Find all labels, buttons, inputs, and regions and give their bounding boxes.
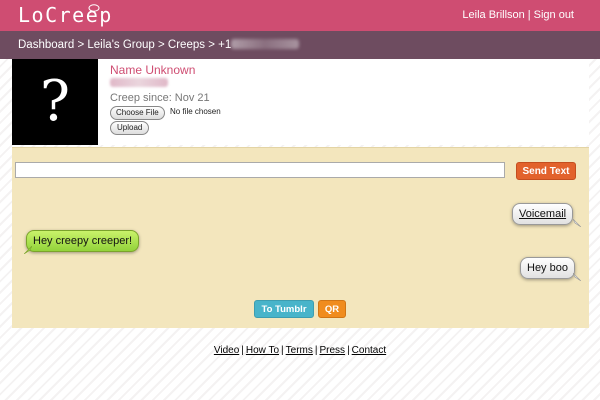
upload-button[interactable]: Upload bbox=[110, 121, 150, 135]
send-text-button[interactable]: Send Text bbox=[516, 162, 576, 180]
creep-profile: ? Name Unknown Creep since: Nov 21 Choos… bbox=[12, 59, 589, 145]
bubble-tail-icon bbox=[573, 219, 581, 227]
logo-bubble-icon bbox=[88, 4, 100, 13]
avatar: ? bbox=[12, 59, 98, 145]
footer-link-how-to[interactable]: How To bbox=[246, 345, 279, 356]
footer-link-press[interactable]: Press bbox=[320, 345, 346, 356]
user-name-link[interactable]: Leila Brillson bbox=[462, 9, 524, 21]
message-bubble-voicemail[interactable]: Voicemail bbox=[512, 203, 574, 225]
message-bubble-incoming: Hey creepy creeper! bbox=[26, 230, 140, 252]
creep-name: Name Unknown bbox=[110, 63, 196, 77]
account-menu: Leila Brillson | Sign out bbox=[462, 9, 574, 21]
breadcrumb-separator: > bbox=[208, 39, 215, 51]
breadcrumb-dashboard[interactable]: Dashboard bbox=[18, 39, 74, 51]
redacted-phone bbox=[231, 39, 300, 49]
breadcrumb-group[interactable]: Leila's Group bbox=[87, 39, 154, 51]
footer-link-contact[interactable]: Contact bbox=[352, 345, 386, 356]
creep-since: Creep since: Nov 21 bbox=[110, 92, 210, 104]
top-header: LoCreep Leila Brillson | Sign out bbox=[0, 0, 600, 31]
bubble-tail-icon bbox=[573, 273, 581, 281]
bubble-tail-icon bbox=[24, 246, 32, 254]
footer-separator: | bbox=[281, 345, 284, 356]
footer-separator: | bbox=[241, 345, 244, 356]
breadcrumb-separator: > bbox=[158, 39, 165, 51]
message-bubble-outgoing: Hey boo bbox=[520, 257, 575, 279]
breadcrumb-separator: > bbox=[77, 39, 85, 51]
footer-link-terms[interactable]: Terms bbox=[286, 345, 313, 356]
breadcrumb-creeps[interactable]: Creeps bbox=[168, 39, 205, 51]
footer-separator: | bbox=[314, 345, 318, 356]
redacted-phone bbox=[110, 78, 168, 87]
message-input[interactable] bbox=[15, 162, 505, 178]
footer: Video | How To | Terms | Press | Contact bbox=[0, 345, 600, 356]
footer-link-video[interactable]: Video bbox=[214, 345, 239, 356]
qr-button[interactable]: QR bbox=[318, 300, 346, 318]
account-separator: | bbox=[527, 9, 531, 21]
to-tumblr-button[interactable]: To Tumblr bbox=[254, 300, 314, 318]
breadcrumb: Dashboard > Leila's Group > Creeps > +1 bbox=[0, 31, 600, 59]
choose-file-button[interactable]: Choose File bbox=[110, 106, 165, 120]
breadcrumb-current: +1 bbox=[218, 39, 232, 51]
sign-out-link[interactable]: Sign out bbox=[534, 9, 574, 21]
file-status: No file chosen bbox=[170, 107, 221, 116]
conversation-panel: Send Text Voicemail Hey creepy creeper! … bbox=[12, 147, 589, 328]
footer-separator: | bbox=[347, 345, 350, 356]
